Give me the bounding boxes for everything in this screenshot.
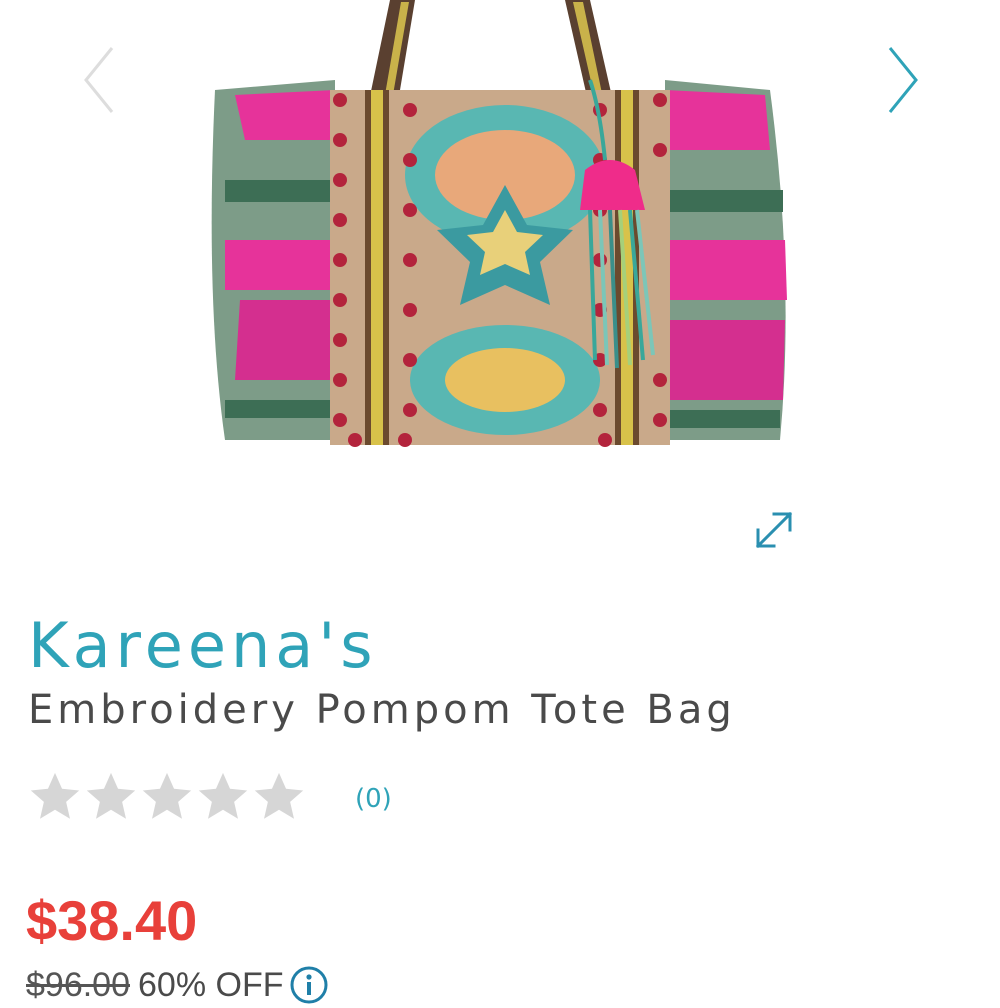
info-circle-icon[interactable] bbox=[289, 965, 329, 1005]
brand-name[interactable]: Kareena's bbox=[28, 606, 378, 686]
rating-stars[interactable] bbox=[26, 768, 306, 826]
expand-image-button[interactable] bbox=[752, 508, 796, 552]
original-price: $96.00 bbox=[26, 965, 130, 1004]
price-details: $96.00 60% OFF bbox=[26, 962, 329, 1008]
sale-price: $38.40 bbox=[26, 889, 198, 952]
product-title: Embroidery Pompom Tote Bag bbox=[28, 687, 736, 733]
star-icon bbox=[30, 772, 80, 819]
star-icon bbox=[198, 772, 248, 819]
product-image[interactable] bbox=[205, 0, 795, 460]
discount-label: 60% OFF bbox=[138, 965, 284, 1004]
chevron-left-icon bbox=[84, 47, 114, 113]
star-icon bbox=[86, 772, 136, 819]
next-image-button[interactable] bbox=[882, 44, 922, 116]
prev-image-button[interactable] bbox=[80, 44, 120, 116]
review-count-link[interactable]: (0) bbox=[355, 782, 392, 816]
chevron-right-icon bbox=[888, 47, 918, 113]
expand-arrows-icon bbox=[755, 511, 793, 549]
star-icon bbox=[254, 772, 304, 819]
star-icon bbox=[142, 772, 192, 819]
